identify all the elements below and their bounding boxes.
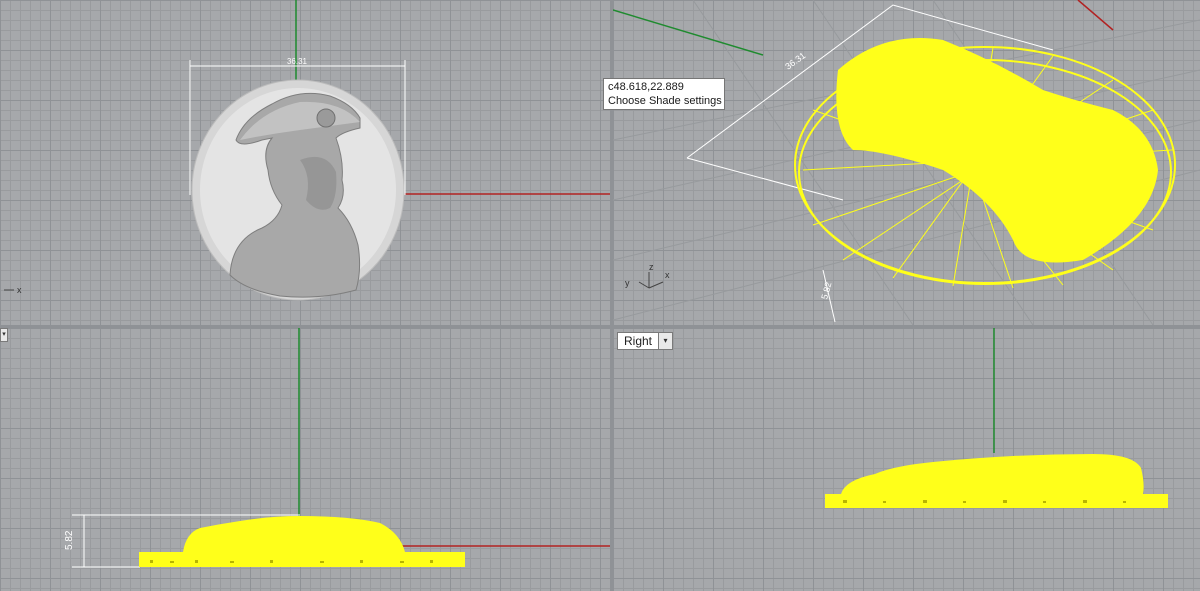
front-viewport[interactable]: ▾ 5.82 — [0, 328, 610, 591]
top-dimension-label: 36.31 — [287, 57, 308, 66]
wireframe-bust-fill — [836, 38, 1158, 263]
persp-axis-indicator — [638, 272, 664, 289]
persp-x-axis — [1077, 0, 1114, 31]
tooltip-text: Choose Shade settings — [608, 95, 722, 107]
right-viewport-label[interactable]: Right ▾ — [617, 332, 674, 350]
right-base-plate — [825, 494, 1168, 508]
perspective-viewport[interactable]: 36.31 5.82 x z y — [613, 0, 1200, 325]
front-viewport-menu-button[interactable]: ▾ — [0, 328, 8, 342]
persp-axis-z-label: z — [649, 262, 654, 272]
front-viewport-canvas: 5.82 — [64, 328, 610, 568]
perspective-viewport-canvas: 36.31 5.82 x z y — [613, 0, 1200, 325]
persp-axis-y-label: y — [625, 278, 630, 288]
top-axis-x-label: x — [17, 285, 22, 295]
cap-emblem — [316, 108, 336, 128]
top-viewport-canvas: 36.31 x — [4, 0, 610, 301]
top-viewport[interactable]: 36.31 x — [0, 0, 610, 325]
persp-y-axis — [613, 9, 764, 56]
shade-settings-tooltip: c48.618,22.889 Choose Shade settings — [603, 78, 725, 110]
persp-dimension-width: 36.31 — [783, 50, 807, 71]
right-viewport-canvas — [825, 328, 1168, 508]
right-viewport[interactable]: Right ▾ — [613, 328, 1200, 591]
persp-axis-x-label: x — [665, 270, 670, 280]
front-dimension-height: 5.82 — [64, 530, 75, 550]
front-relief-profile — [183, 516, 405, 552]
persp-dimension-height: 5.82 — [819, 281, 833, 301]
front-base-plate — [139, 552, 465, 567]
viewport-dropdown-arrow[interactable]: ▾ — [658, 333, 673, 349]
right-relief-profile — [841, 454, 1144, 494]
persp-dimension-edge — [686, 157, 844, 201]
viewport-name: Right — [624, 334, 653, 348]
tooltip-coordinates: c48.618,22.889 — [608, 81, 684, 93]
